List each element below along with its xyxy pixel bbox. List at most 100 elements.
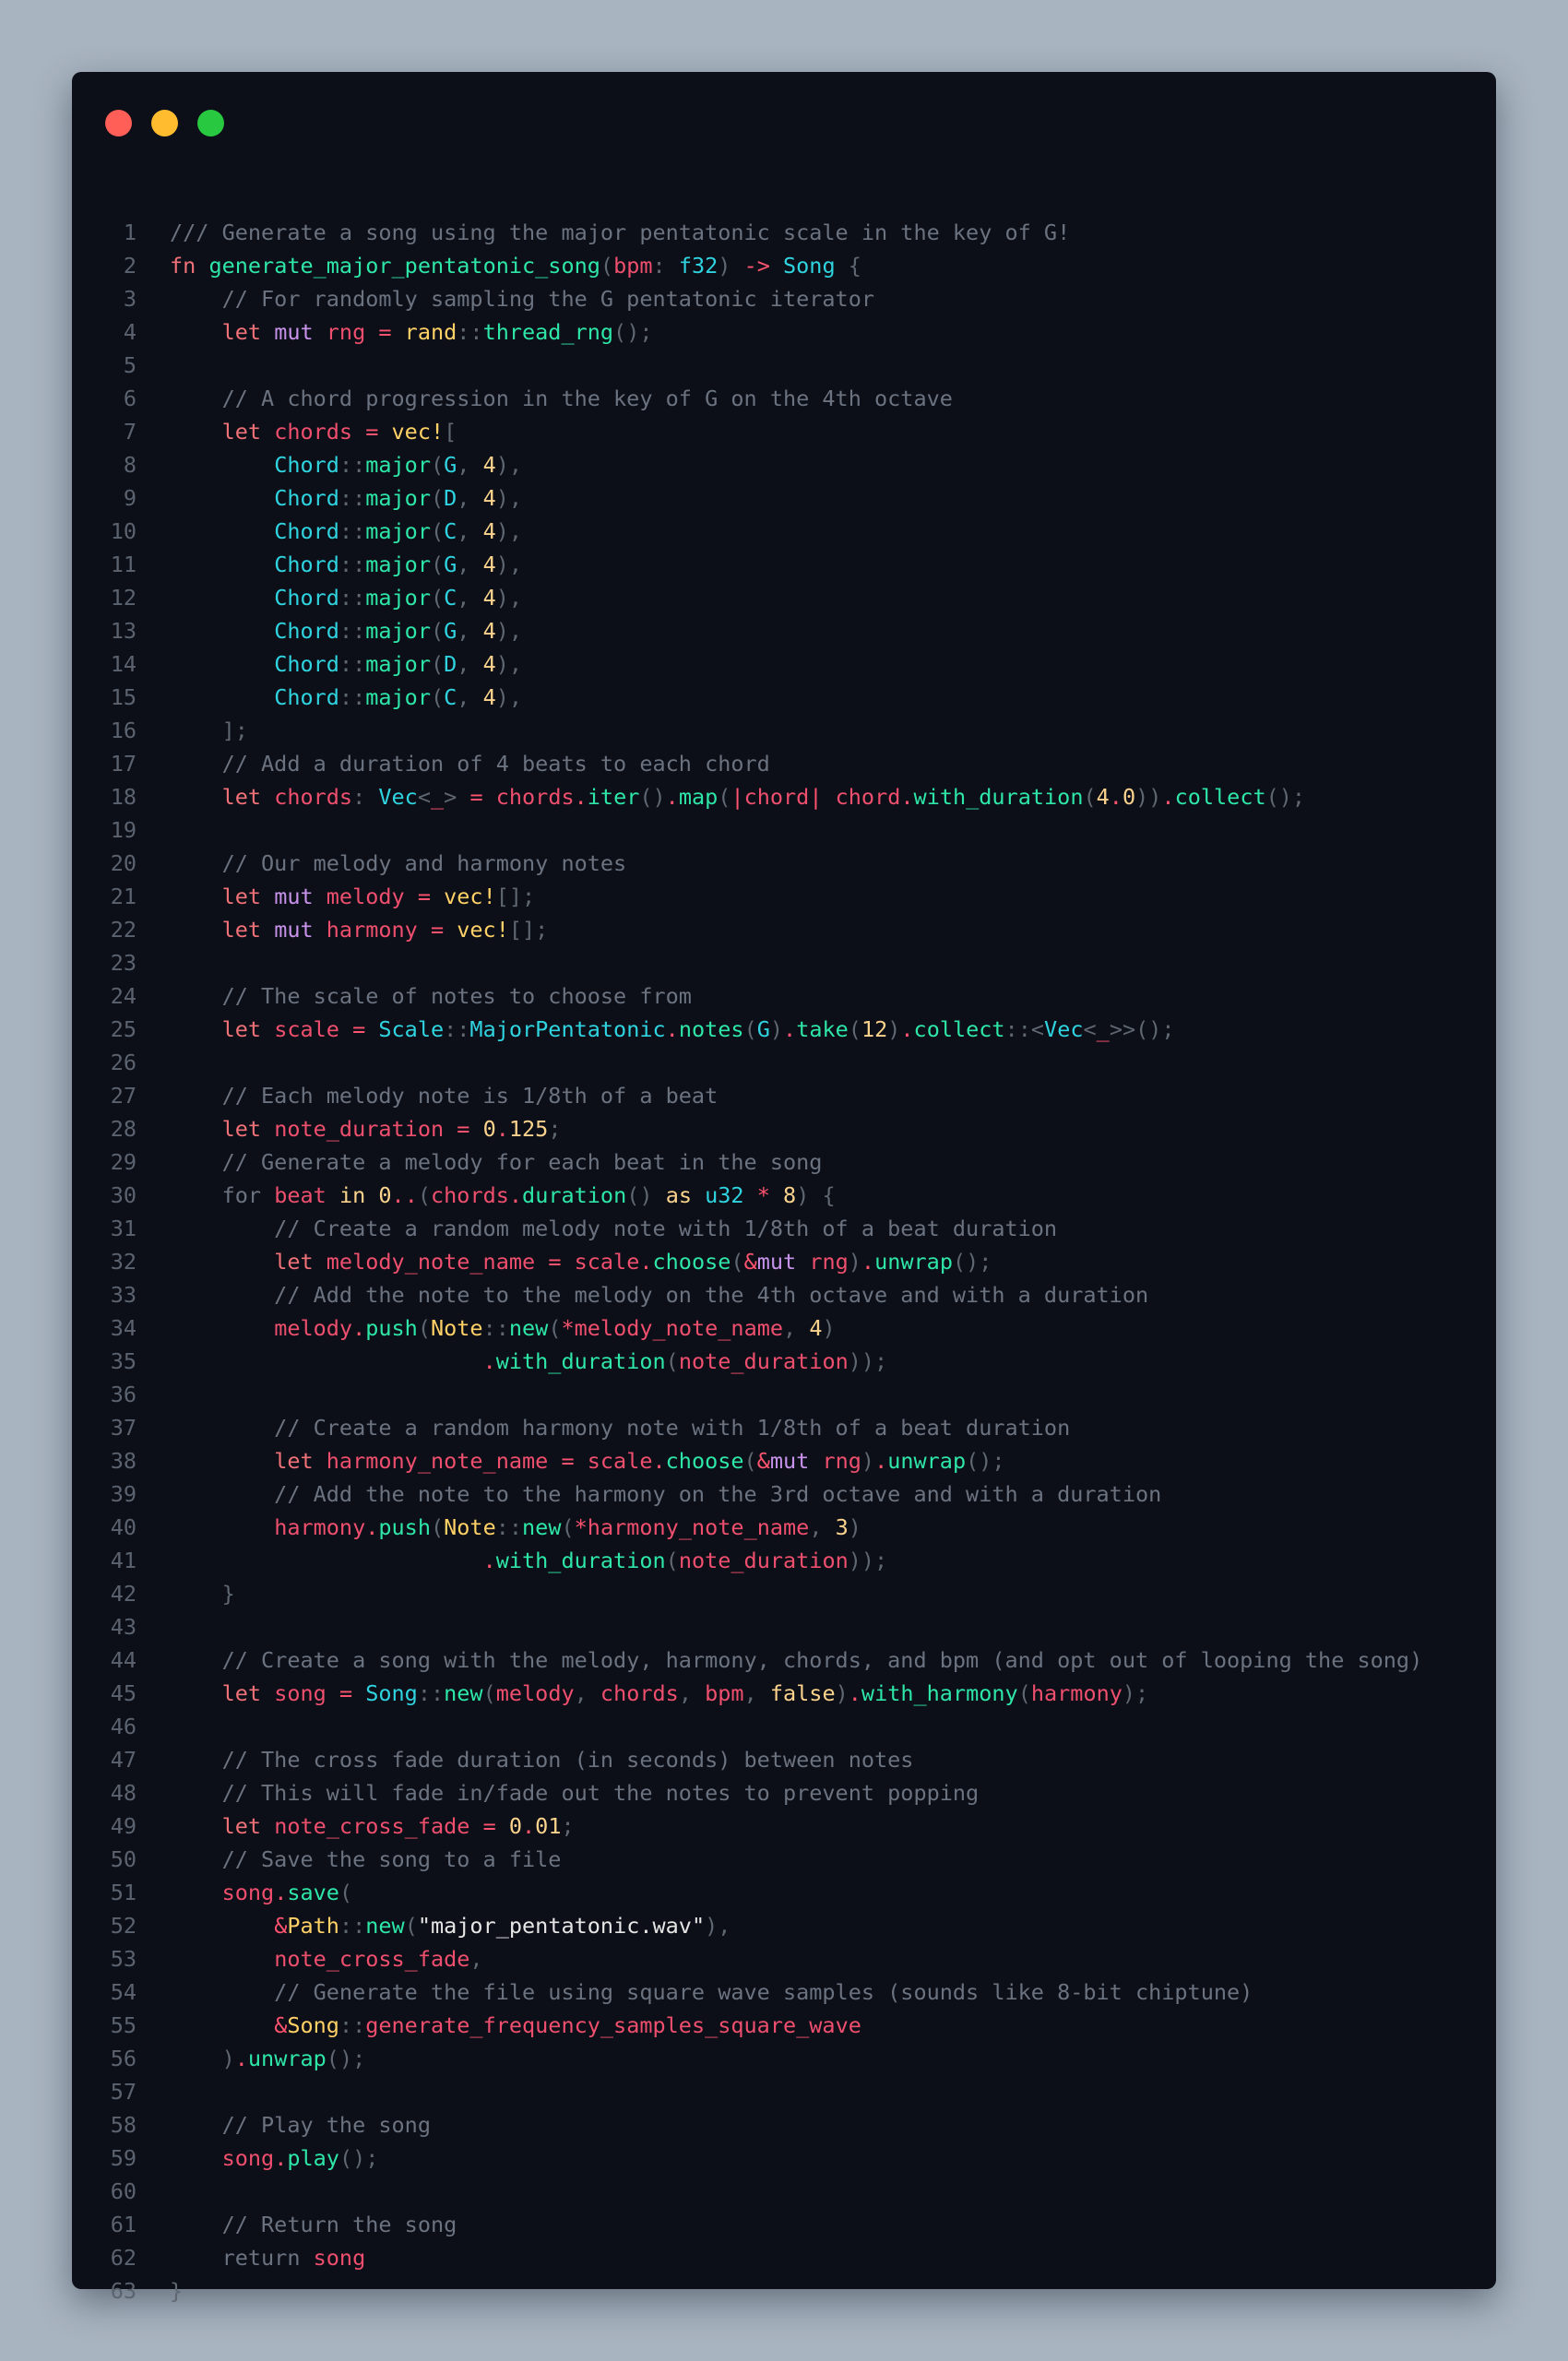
line-number: 52 xyxy=(110,1913,137,1939)
code-token: 0 xyxy=(1122,784,1136,810)
code-token: .. xyxy=(391,1182,418,1208)
code-token: 4 xyxy=(482,651,496,677)
code-token: 0 xyxy=(482,1116,496,1142)
line-number: 58 xyxy=(110,2112,137,2138)
code-line: 57 xyxy=(72,2075,1496,2108)
code-token: chords xyxy=(495,784,575,810)
code-token: Chord xyxy=(274,651,339,677)
code-token: ( xyxy=(600,253,614,279)
code-token: []; xyxy=(495,884,536,909)
code-line: 35 .with_duration(note_duration)); xyxy=(72,1345,1496,1378)
code-token: collect xyxy=(913,1016,1005,1042)
line-number: 49 xyxy=(110,1813,137,1839)
line-number: 10 xyxy=(110,518,137,544)
line-number: 36 xyxy=(110,1382,137,1407)
line-number: 17 xyxy=(110,751,137,777)
code-token: harmony xyxy=(326,917,431,943)
code-token: Chord xyxy=(274,552,339,577)
code-line: 24 // The scale of notes to choose from xyxy=(72,979,1496,1013)
code-token: major xyxy=(365,651,431,677)
code-text: // The scale of notes to choose from xyxy=(170,979,692,1013)
code-token: 3 xyxy=(835,1514,849,1540)
code-token: :: xyxy=(339,585,366,611)
code-token: thread_rng xyxy=(482,319,614,345)
code-line: 40 harmony.push(Note::new(*harmony_note_… xyxy=(72,1511,1496,1544)
code-line: 43 xyxy=(72,1610,1496,1643)
code-token: = xyxy=(339,1680,366,1706)
code-token: iter xyxy=(587,784,640,810)
code-line: 36 xyxy=(72,1378,1496,1411)
minimize-button[interactable] xyxy=(151,110,178,136)
line-number: 1 xyxy=(123,219,137,245)
code-token: with_duration xyxy=(495,1348,666,1374)
code-token: melody_note_name xyxy=(326,1249,549,1275)
code-line: 48 // This will fade in/fade out the not… xyxy=(72,1776,1496,1809)
code-text: let melody_note_name = scale.choose(&mut… xyxy=(170,1245,992,1278)
code-text: .with_duration(note_duration)); xyxy=(170,1544,888,1577)
code-token: ) xyxy=(718,253,744,279)
code-text: // A chord progression in the key of G o… xyxy=(170,382,953,415)
code-token: . xyxy=(639,1249,653,1275)
code-token: choose xyxy=(652,1249,731,1275)
code-token: unwrap xyxy=(887,1448,967,1474)
code-token: for xyxy=(221,1182,275,1208)
code-token: harmony_note_name xyxy=(326,1448,562,1474)
code-text: song.save( xyxy=(170,1876,353,1909)
code-line: 59 song.play(); xyxy=(72,2142,1496,2175)
code-token: ) { xyxy=(796,1182,836,1208)
line-number: 25 xyxy=(110,1016,137,1042)
code-token: . xyxy=(365,1514,379,1540)
code-line: 58 // Play the song xyxy=(72,2108,1496,2142)
code-line: 1 /// Generate a song using the major pen… xyxy=(72,216,1496,249)
code-token: :: xyxy=(495,1514,523,1540)
code-token: 4 xyxy=(482,452,496,478)
code-token: // Create a song with the melody, harmon… xyxy=(170,1647,1423,1673)
code-token: song xyxy=(274,1680,339,1706)
code-token: let xyxy=(221,319,275,345)
maximize-button[interactable] xyxy=(197,110,224,136)
code-token: major xyxy=(365,485,431,511)
code-token: major xyxy=(365,585,431,611)
code-text: let chords = vec![ xyxy=(170,415,457,448)
code-text: let harmony_note_name = scale.choose(&mu… xyxy=(170,1444,1004,1477)
code-token: rand xyxy=(404,319,457,345)
code-token: . xyxy=(665,1016,679,1042)
code-text: let song = Song::new(melody, chords, bpm… xyxy=(170,1677,1149,1710)
code-text: let mut harmony = vec![]; xyxy=(170,913,549,946)
code-line: 13 Chord::major(G, 4), xyxy=(72,614,1496,647)
code-token: 4 xyxy=(482,585,496,611)
code-token: vec! xyxy=(391,419,445,445)
code-token: Song xyxy=(287,2012,339,2038)
close-button[interactable] xyxy=(105,110,132,136)
code-token: scale xyxy=(574,1249,640,1275)
code-token: ), xyxy=(705,1913,731,1939)
code-token: )); xyxy=(848,1348,888,1374)
code-text: // Save the song to a file xyxy=(170,1843,562,1876)
code-token: new xyxy=(365,1913,405,1939)
code-token: :: xyxy=(457,319,483,345)
code-token: // Add a duration of 4 beats to each cho… xyxy=(170,751,770,777)
code-token: . xyxy=(508,1182,523,1208)
line-number: 46 xyxy=(110,1714,137,1739)
code-token: ); xyxy=(1122,1680,1149,1706)
code-line: 61 // Return the song xyxy=(72,2208,1496,2241)
code-text: // Generate a melody for each beat in th… xyxy=(170,1145,823,1179)
line-number: 48 xyxy=(110,1780,137,1806)
code-line: 27 // Each melody note is 1/8th of a bea… xyxy=(72,1079,1496,1112)
code-text: } xyxy=(170,2274,183,2308)
code-token: false xyxy=(769,1680,836,1706)
code-line: 4 let mut rng = rand::thread_rng(); xyxy=(72,315,1496,349)
line-number: 14 xyxy=(110,651,137,677)
code-token: ) xyxy=(848,1514,861,1540)
code-token: ( xyxy=(404,1913,418,1939)
line-number: 15 xyxy=(110,684,137,710)
code-line: 23 xyxy=(72,946,1496,979)
code-token: Chord xyxy=(274,585,339,611)
